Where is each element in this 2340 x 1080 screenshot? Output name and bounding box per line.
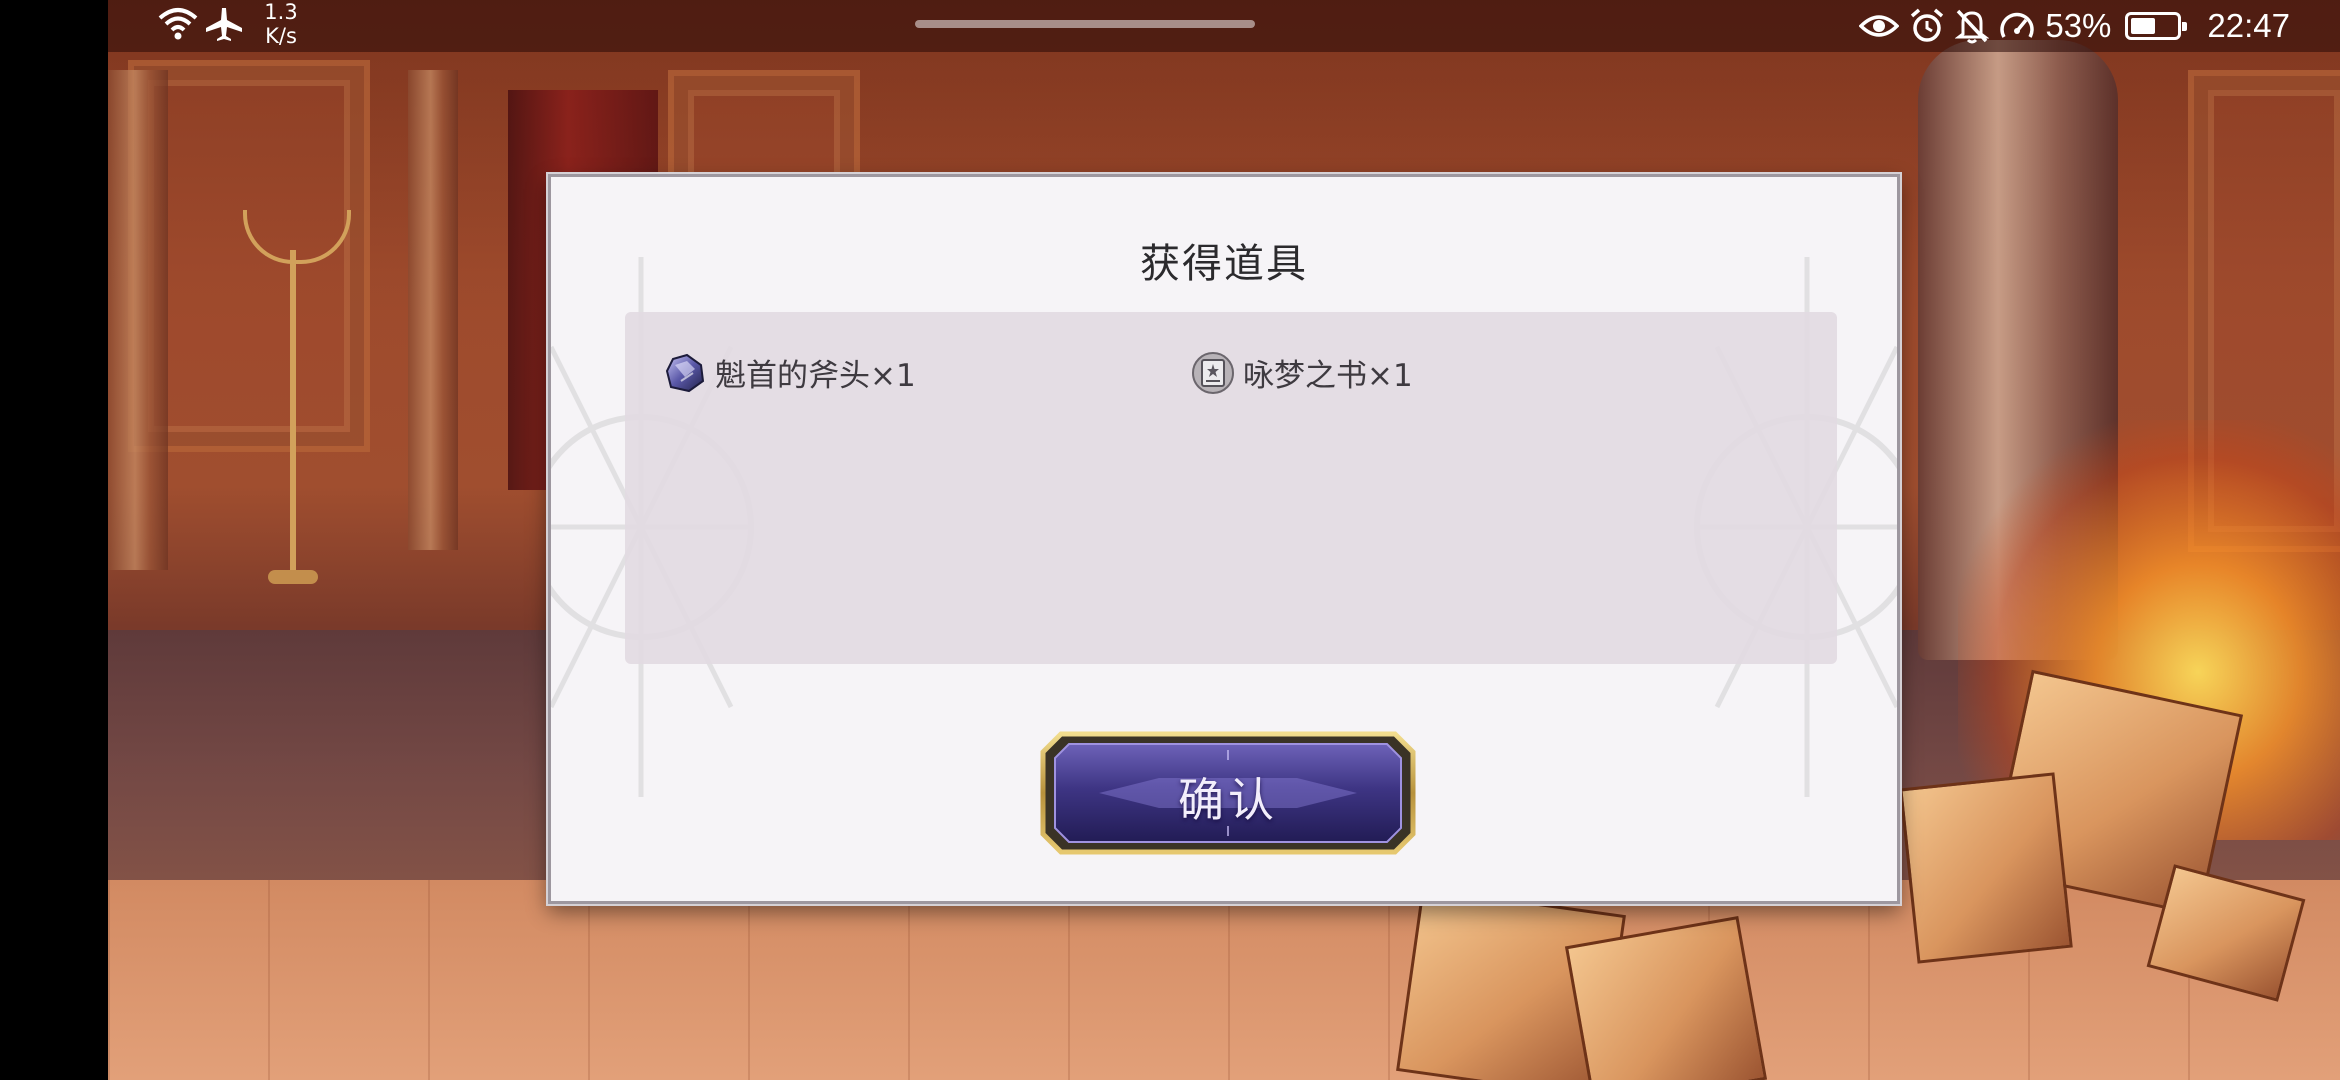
battery-icon — [2125, 12, 2188, 40]
clock: 22:47 — [2207, 7, 2290, 44]
dream-book-icon — [1192, 351, 1234, 394]
network-speed-value: 1.3 — [264, 0, 298, 24]
dialog-title: 获得道具 — [1140, 241, 1308, 287]
candelabra — [238, 190, 351, 590]
display-cutout-bar — [0, 0, 108, 1080]
wall-pillar — [108, 70, 168, 570]
rubble-rock — [1564, 915, 1768, 1080]
speed-meter-icon — [1999, 9, 2035, 43]
confirm-button-label: 确认 — [1178, 773, 1278, 827]
battery-level-fill — [2131, 18, 2155, 34]
obtained-items-panel: 魁首的斧头×1 咏梦之书×1 — [625, 312, 1837, 664]
bell-muted-icon — [1955, 8, 1990, 44]
reward-item[interactable]: 咏梦之书×1 — [1191, 350, 1413, 395]
alarm-icon — [1909, 8, 1945, 44]
confirm-button[interactable]: 确认 — [1039, 730, 1417, 856]
crystal-axe-icon — [665, 353, 705, 392]
reward-item-name: 咏梦之书×1 — [1243, 358, 1413, 394]
rubble-rock — [1899, 772, 2073, 964]
network-speed-indicator: 1.3 K/s — [256, 0, 306, 48]
item-obtained-dialog: 获得道具 魁首的斧头×1 咏梦之书×1 确认 — [548, 174, 1900, 904]
network-speed-unit: K/s — [265, 24, 297, 48]
wifi-icon — [158, 6, 198, 40]
airplane-mode-icon — [204, 6, 244, 42]
reward-item-name: 魁首的斧头×1 — [715, 358, 916, 394]
status-bar: 1.3 K/s 53% 22:47 — [108, 0, 2340, 52]
wall-pillar — [408, 70, 458, 550]
reward-item[interactable]: 魁首的斧头×1 — [663, 350, 916, 395]
battery-percent: 53% — [2045, 7, 2112, 44]
status-icons-right: 53% 22:47 — [1859, 0, 2290, 52]
gesture-handle[interactable] — [915, 20, 1255, 28]
eye-comfort-icon — [1859, 11, 1900, 41]
game-screen: 1.3 K/s 53% 22:47 获得道具 魁首的斧头×1 咏梦之书×1 确认 — [0, 0, 2340, 1080]
